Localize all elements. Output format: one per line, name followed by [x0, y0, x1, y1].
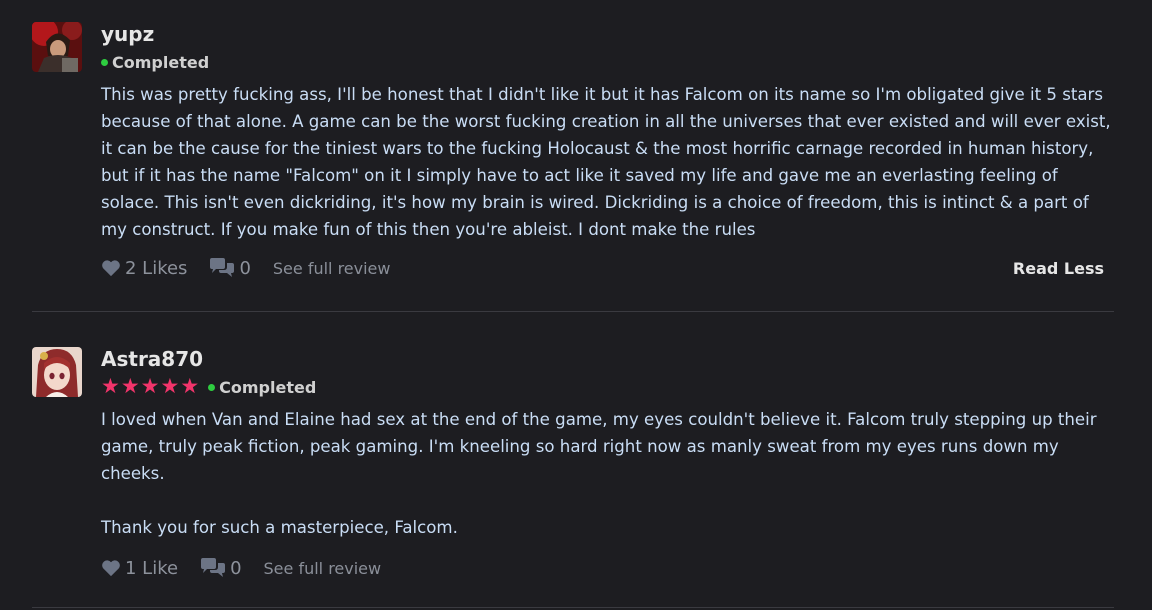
review-actions: 2 Likes 0 See full review Read Less: [101, 253, 1114, 283]
like-count: 1 Like: [125, 557, 179, 579]
status-badge: Completed: [101, 53, 209, 72]
username[interactable]: yupz: [101, 22, 1114, 48]
review-body: yupz Completed This was pretty fucking a…: [101, 22, 1114, 283]
review-card: yupz Completed This was pretty fucking a…: [32, 22, 1114, 297]
review-text: I loved when Van and Elaine had sex at t…: [101, 410, 1097, 537]
status-label: Completed: [112, 52, 210, 72]
review-meta: Completed: [101, 49, 1114, 75]
status-dot: [101, 58, 108, 66]
comment-button[interactable]: 0: [209, 257, 251, 279]
star-icon: ★: [140, 375, 160, 398]
like-button[interactable]: 2 Likes: [101, 258, 187, 279]
star-icon: ★: [160, 375, 180, 398]
status-label: Completed: [219, 377, 317, 397]
divider: [32, 311, 1114, 312]
review-body: Astra870 ★ ★ ★ ★ ★ Completed I loved whe…: [101, 347, 1114, 583]
like-count: 2 Likes: [125, 257, 188, 279]
star-icon: ★: [101, 375, 120, 398]
star-icon: ★: [120, 375, 140, 398]
comments-icon: [210, 258, 235, 277]
heart-icon: [102, 560, 120, 577]
see-full-review-link[interactable]: See full review: [264, 559, 382, 578]
see-full-review-link[interactable]: See full review: [273, 259, 391, 278]
comment-count: 0: [239, 257, 251, 279]
comments-icon: [201, 558, 226, 577]
avatar[interactable]: [32, 22, 82, 72]
star-icon: ★: [180, 375, 200, 398]
review-text: This was pretty fucking ass, I'll be hon…: [101, 85, 1111, 239]
status-badge: Completed: [208, 378, 316, 397]
like-button[interactable]: 1 Like: [101, 558, 178, 579]
comment-button[interactable]: 0: [200, 557, 242, 579]
review-card: Astra870 ★ ★ ★ ★ ★ Completed I loved whe…: [32, 347, 1114, 597]
review-meta: ★ ★ ★ ★ ★ Completed: [101, 374, 1114, 400]
avatar[interactable]: [32, 347, 82, 397]
read-less-button[interactable]: Read Less: [1013, 259, 1104, 278]
divider: [32, 607, 1114, 608]
heart-icon: [102, 260, 120, 277]
review-actions: 1 Like 0 See full review: [101, 553, 1114, 583]
status-dot: [208, 383, 216, 391]
username[interactable]: Astra870: [101, 347, 1114, 373]
star-rating: ★ ★ ★ ★ ★: [101, 376, 200, 398]
comment-count: 0: [230, 557, 242, 579]
